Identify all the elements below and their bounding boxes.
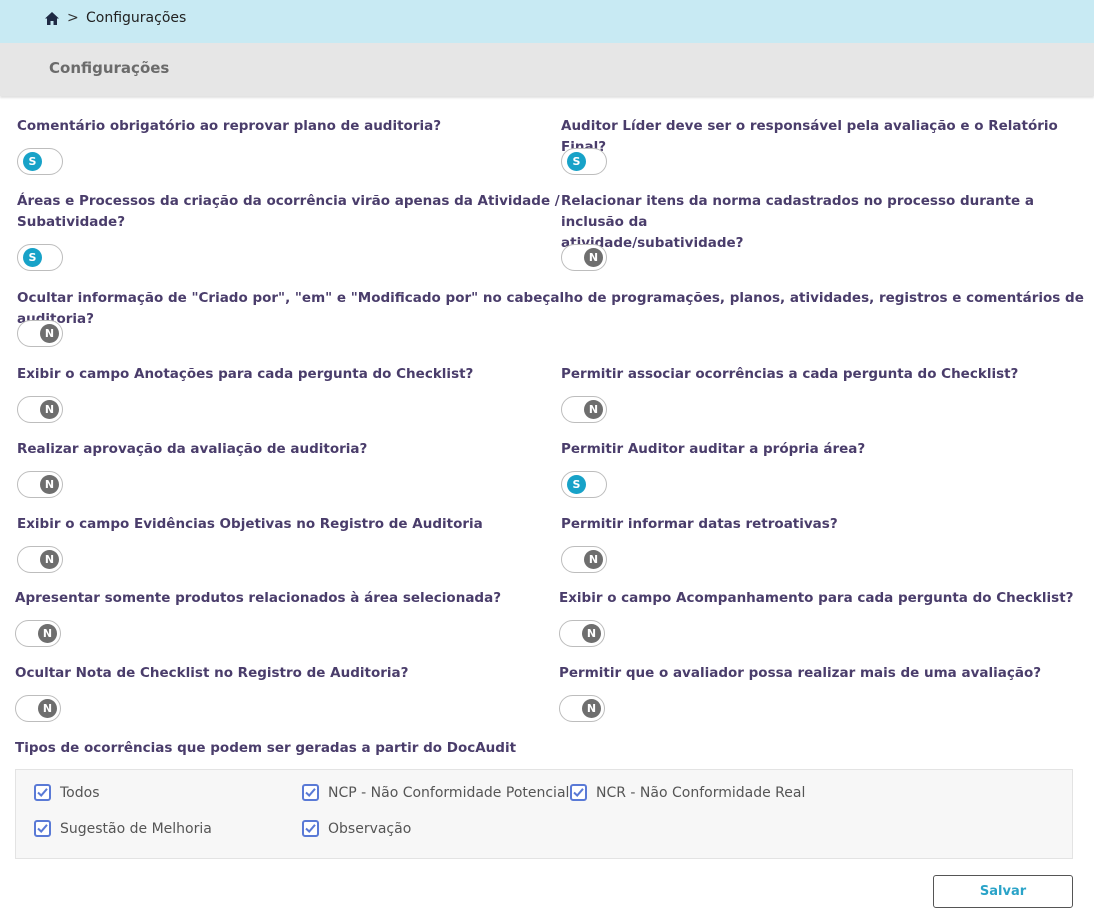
setting-question: Exibir o campo Anotações para cada pergu… (17, 366, 474, 382)
breadcrumb-current: Configurações (86, 10, 187, 26)
setting-toggle[interactable]: N (559, 620, 605, 647)
toggle-knob: N (40, 400, 59, 419)
toggle-knob: S (567, 475, 586, 494)
checkbox-label: Sugestão de Melhoria (60, 820, 212, 837)
setting-toggle[interactable]: N (559, 695, 605, 722)
toggle-knob: N (582, 699, 601, 718)
toggle-knob: N (584, 248, 603, 267)
setting-toggle[interactable]: S (17, 244, 63, 271)
checkbox-ncp[interactable]: NCP - Não Conformidade Potencial (302, 784, 569, 801)
toggle-knob: N (40, 324, 59, 343)
checkbox-label: Todos (60, 784, 100, 801)
setting-toggle[interactable]: N (15, 620, 61, 647)
setting-question: Permitir associar ocorrências a cada per… (561, 366, 1019, 382)
checkbox-label: NCP - Não Conformidade Potencial (328, 784, 570, 801)
setting-question: Exibir o campo Acompanhamento para cada … (559, 590, 1074, 606)
setting-question: Auditor Líder deve ser o responsável pel… (561, 118, 1058, 155)
setting-toggle[interactable]: S (561, 148, 607, 175)
breadcrumb: > Configurações (0, 0, 1094, 43)
setting-toggle[interactable]: S (561, 471, 607, 498)
home-icon[interactable] (45, 12, 59, 25)
checkbox-checked-icon (34, 784, 51, 801)
toggle-knob: N (40, 550, 59, 569)
setting-question: Realizar aprovação da avaliação de audit… (17, 441, 368, 457)
checkbox-label: NCR - Não Conformidade Real (596, 784, 806, 801)
toggle-knob: S (567, 152, 586, 171)
toggle-knob: S (23, 152, 42, 171)
save-button[interactable]: Salvar (933, 875, 1073, 908)
setting-toggle[interactable]: N (17, 396, 63, 423)
setting-question: Permitir informar datas retroativas? (561, 516, 838, 532)
toggle-knob: N (584, 550, 603, 569)
setting-toggle[interactable]: N (15, 695, 61, 722)
toggle-knob: N (40, 475, 59, 494)
setting-question: Permitir Auditor auditar a própria área? (561, 441, 866, 457)
occurrence-types-box: Todos NCP - Não Conformidade Potencial N… (15, 769, 1073, 859)
setting-toggle[interactable]: N (561, 396, 607, 423)
setting-toggle[interactable]: N (561, 546, 607, 573)
setting-toggle[interactable]: N (17, 320, 63, 347)
checkbox-checked-icon (302, 784, 319, 801)
checkbox-todos[interactable]: Todos (34, 784, 99, 801)
page-title: Configurações (49, 59, 170, 77)
setting-question: Ocultar Nota de Checklist no Registro de… (15, 665, 409, 681)
setting-question: Apresentar somente produtos relacionados… (15, 590, 502, 606)
toggle-knob: N (38, 624, 57, 643)
setting-question: Áreas e Processos da criação da ocorrênc… (17, 193, 560, 230)
checkbox-ncr[interactable]: NCR - Não Conformidade Real (570, 784, 805, 801)
page-header: Configurações (0, 43, 1094, 96)
setting-question: Exibir o campo Evidências Objetivas no R… (17, 516, 483, 532)
setting-toggle[interactable]: N (561, 244, 607, 271)
toggle-knob: N (582, 624, 601, 643)
setting-question: Permitir que o avaliador possa realizar … (559, 665, 1042, 681)
breadcrumb-separator: > (67, 10, 79, 26)
checkbox-label: Observação (328, 820, 412, 837)
occurrence-types-title: Tipos de ocorrências que podem ser gerad… (15, 740, 517, 756)
setting-toggle[interactable]: N (17, 546, 63, 573)
checkbox-checked-icon (302, 820, 319, 837)
checkbox-checked-icon (34, 820, 51, 837)
checkbox-observacao[interactable]: Observação (302, 820, 411, 837)
setting-question: Ocultar informação de "Criado por", "em"… (17, 290, 1084, 327)
setting-question: Comentário obrigatório ao reprovar plano… (17, 118, 442, 134)
setting-question: Relacionar itens da norma cadastrados no… (561, 193, 1035, 251)
checkbox-checked-icon (570, 784, 587, 801)
toggle-knob: S (23, 248, 42, 267)
toggle-knob: N (584, 400, 603, 419)
setting-toggle[interactable]: N (17, 471, 63, 498)
toggle-knob: N (38, 699, 57, 718)
setting-toggle[interactable]: S (17, 148, 63, 175)
checkbox-sugestao[interactable]: Sugestão de Melhoria (34, 820, 212, 837)
